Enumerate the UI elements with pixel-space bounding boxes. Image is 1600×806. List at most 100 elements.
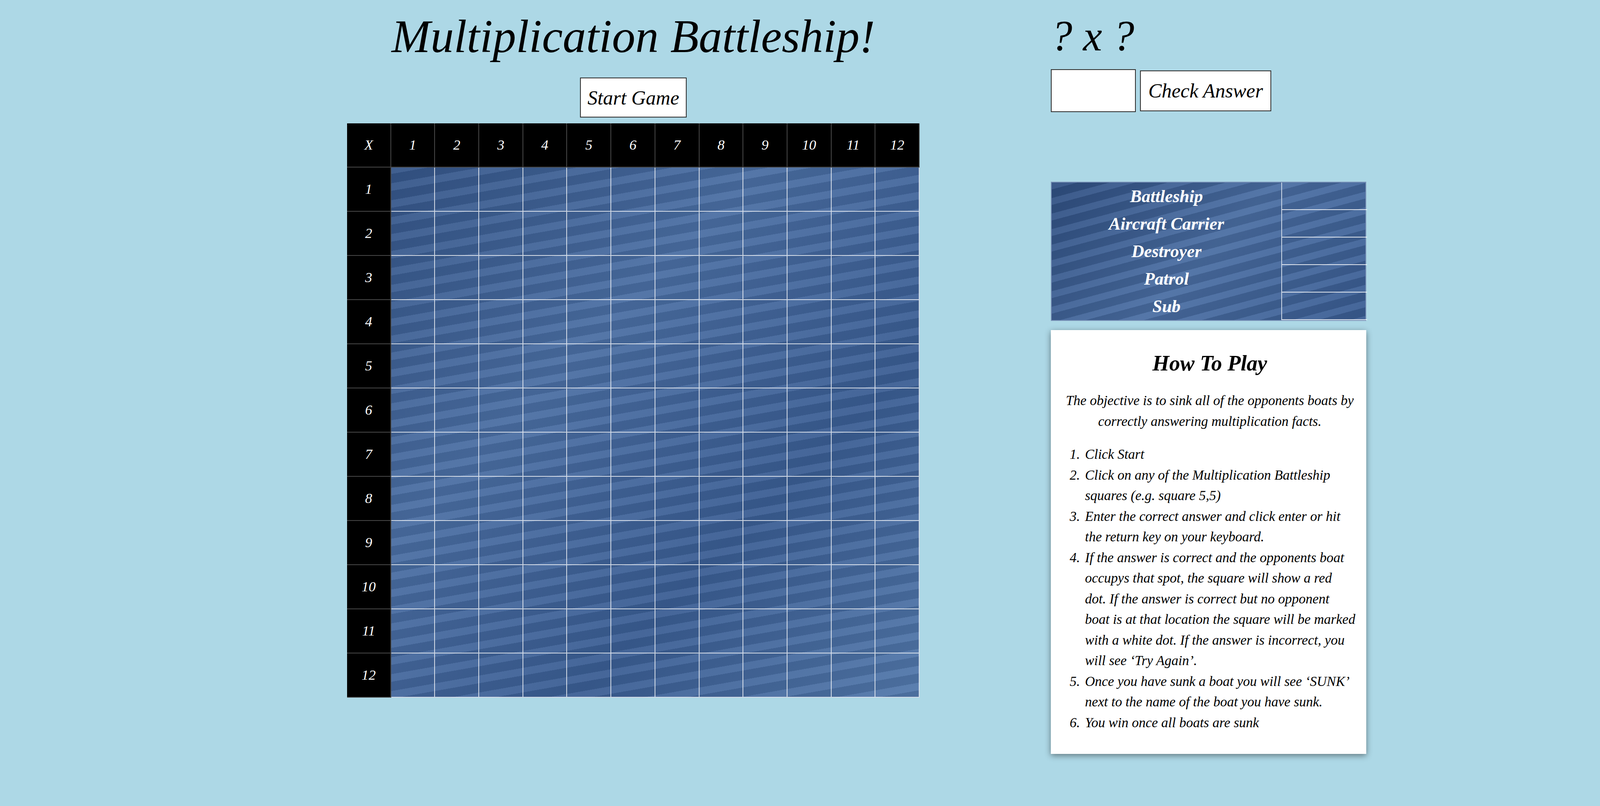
answer-input[interactable] <box>1050 69 1136 113</box>
grid-square[interactable] <box>391 653 436 698</box>
grid-square[interactable] <box>875 388 920 433</box>
grid-square[interactable] <box>611 432 656 477</box>
grid-square[interactable] <box>479 167 524 212</box>
grid-square[interactable] <box>699 476 744 521</box>
grid-square[interactable] <box>567 520 612 565</box>
grid-square[interactable] <box>655 565 700 610</box>
grid-square[interactable] <box>479 653 524 698</box>
grid-square[interactable] <box>479 565 524 610</box>
grid-square[interactable] <box>831 167 876 212</box>
grid-square[interactable] <box>743 255 788 300</box>
grid-square[interactable] <box>743 609 788 654</box>
grid-square[interactable] <box>567 388 612 433</box>
grid-square[interactable] <box>787 609 832 654</box>
grid-square[interactable] <box>875 300 920 345</box>
grid-square[interactable] <box>611 388 656 433</box>
grid-square[interactable] <box>699 300 744 345</box>
grid-square[interactable] <box>435 300 480 345</box>
grid-square[interactable] <box>435 432 480 477</box>
grid-square[interactable] <box>479 609 524 654</box>
grid-square[interactable] <box>523 211 568 256</box>
grid-square[interactable] <box>391 609 436 654</box>
grid-square[interactable] <box>479 388 524 433</box>
grid-square[interactable] <box>875 255 920 300</box>
grid-square[interactable] <box>611 300 656 345</box>
grid-square[interactable] <box>831 565 876 610</box>
grid-square[interactable] <box>743 388 788 433</box>
grid-square[interactable] <box>787 432 832 477</box>
grid-square[interactable] <box>611 565 656 610</box>
grid-square[interactable] <box>743 344 788 389</box>
grid-square[interactable] <box>875 167 920 212</box>
grid-square[interactable] <box>391 167 436 212</box>
grid-square[interactable] <box>391 388 436 433</box>
grid-square[interactable] <box>567 565 612 610</box>
grid-square[interactable] <box>479 211 524 256</box>
grid-square[interactable] <box>743 520 788 565</box>
grid-square[interactable] <box>743 565 788 610</box>
grid-square[interactable] <box>479 300 524 345</box>
grid-square[interactable] <box>611 609 656 654</box>
grid-square[interactable] <box>523 565 568 610</box>
grid-square[interactable] <box>875 520 920 565</box>
grid-square[interactable] <box>479 344 524 389</box>
grid-square[interactable] <box>699 609 744 654</box>
grid-square[interactable] <box>699 344 744 389</box>
grid-square[interactable] <box>699 432 744 477</box>
grid-square[interactable] <box>435 520 480 565</box>
grid-square[interactable] <box>435 609 480 654</box>
grid-square[interactable] <box>699 167 744 212</box>
grid-square[interactable] <box>743 432 788 477</box>
grid-square[interactable] <box>479 432 524 477</box>
grid-square[interactable] <box>831 520 876 565</box>
grid-square[interactable] <box>655 167 700 212</box>
grid-square[interactable] <box>831 432 876 477</box>
grid-square[interactable] <box>743 167 788 212</box>
grid-square[interactable] <box>655 344 700 389</box>
grid-square[interactable] <box>567 344 612 389</box>
grid-square[interactable] <box>655 653 700 698</box>
grid-square[interactable] <box>699 520 744 565</box>
grid-square[interactable] <box>875 432 920 477</box>
grid-square[interactable] <box>435 211 480 256</box>
check-answer-button[interactable]: Check Answer <box>1140 70 1272 112</box>
grid-square[interactable] <box>523 476 568 521</box>
grid-square[interactable] <box>655 255 700 300</box>
grid-square[interactable] <box>435 388 480 433</box>
grid-square[interactable] <box>655 432 700 477</box>
grid-square[interactable] <box>567 609 612 654</box>
grid-square[interactable] <box>611 255 656 300</box>
grid-square[interactable] <box>655 520 700 565</box>
grid-square[interactable] <box>875 344 920 389</box>
grid-square[interactable] <box>479 255 524 300</box>
grid-square[interactable] <box>787 167 832 212</box>
grid-square[interactable] <box>699 565 744 610</box>
grid-square[interactable] <box>391 300 436 345</box>
grid-square[interactable] <box>611 653 656 698</box>
grid-square[interactable] <box>655 609 700 654</box>
grid-square[interactable] <box>435 653 480 698</box>
grid-square[interactable] <box>523 255 568 300</box>
grid-square[interactable] <box>831 476 876 521</box>
grid-square[interactable] <box>523 432 568 477</box>
grid-square[interactable] <box>743 653 788 698</box>
grid-square[interactable] <box>479 520 524 565</box>
grid-square[interactable] <box>655 388 700 433</box>
grid-square[interactable] <box>435 167 480 212</box>
grid-square[interactable] <box>479 476 524 521</box>
grid-square[interactable] <box>567 300 612 345</box>
grid-square[interactable] <box>567 211 612 256</box>
grid-square[interactable] <box>523 344 568 389</box>
grid-square[interactable] <box>567 167 612 212</box>
grid-square[interactable] <box>523 609 568 654</box>
grid-square[interactable] <box>787 344 832 389</box>
grid-square[interactable] <box>567 476 612 521</box>
grid-square[interactable] <box>831 653 876 698</box>
grid-square[interactable] <box>875 476 920 521</box>
grid-square[interactable] <box>743 211 788 256</box>
grid-square[interactable] <box>655 300 700 345</box>
grid-square[interactable] <box>391 476 436 521</box>
grid-square[interactable] <box>391 211 436 256</box>
start-button[interactable]: Start Game <box>580 77 687 118</box>
grid-square[interactable] <box>831 344 876 389</box>
